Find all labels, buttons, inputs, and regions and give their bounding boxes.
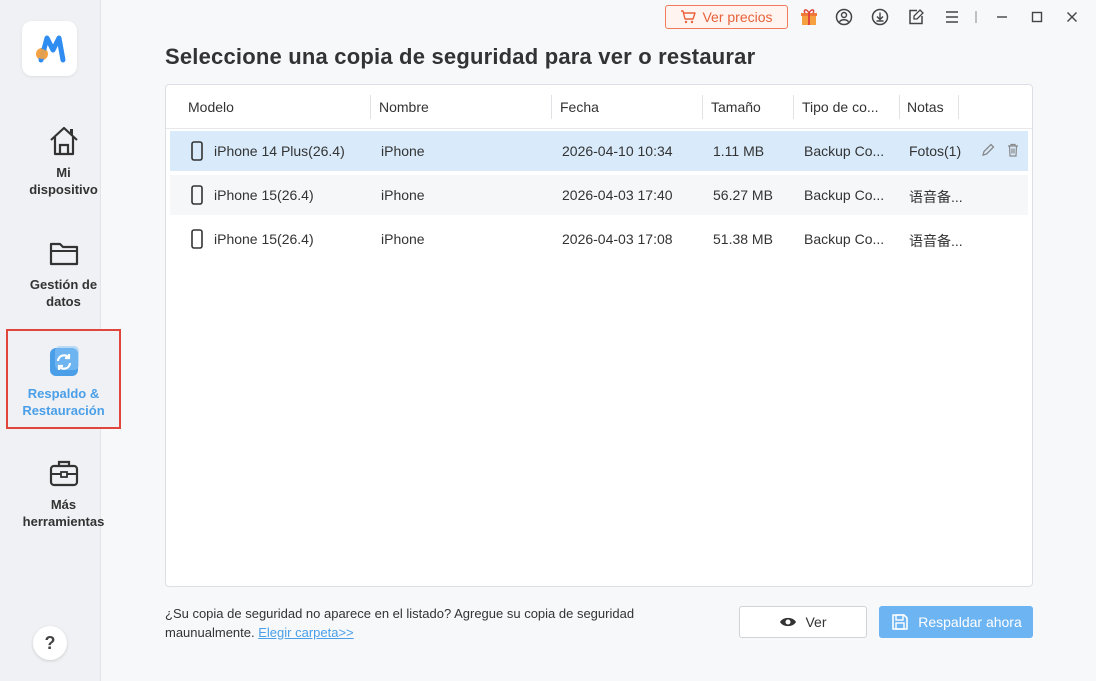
cell-model: iPhone 14 Plus(26.4) xyxy=(214,143,345,159)
backup-restore-icon xyxy=(49,346,79,376)
backup-table: Modelo Nombre Fecha Tamaño Tipo de co...… xyxy=(165,84,1033,587)
separator xyxy=(967,8,985,26)
download-icon[interactable] xyxy=(871,8,889,26)
column-divider[interactable] xyxy=(958,95,959,119)
trash-icon[interactable] xyxy=(1005,142,1021,158)
toolbox-icon xyxy=(49,460,78,487)
cell-type: Backup Co... xyxy=(804,187,885,203)
view-prices-label: Ver precios xyxy=(702,9,773,25)
sidebar-item-label: Respaldo & xyxy=(27,386,100,401)
phone-icon xyxy=(191,229,203,249)
view-button-label: Ver xyxy=(805,614,827,630)
cell-model: iPhone 15(26.4) xyxy=(214,231,314,247)
column-divider[interactable] xyxy=(793,95,794,119)
cell-size: 51.38 MB xyxy=(713,231,773,247)
close-icon[interactable] xyxy=(1063,8,1081,26)
column-header-type[interactable]: Tipo de co... xyxy=(802,99,879,115)
sidebar-item-label: Más xyxy=(50,497,77,512)
cell-model: iPhone 15(26.4) xyxy=(214,187,314,203)
phone-icon xyxy=(191,185,203,205)
cell-type: Backup Co... xyxy=(804,143,885,159)
folder-icon xyxy=(49,242,78,266)
column-header-name[interactable]: Nombre xyxy=(379,99,429,115)
maximize-icon[interactable] xyxy=(1028,8,1046,26)
cell-notes: Fotos(1) xyxy=(909,143,962,159)
sidebar-item-label: dispositivo xyxy=(29,182,98,197)
cell-name: iPhone xyxy=(381,231,425,247)
backup-now-button[interactable]: Respaldar ahora xyxy=(879,606,1033,638)
eye-icon xyxy=(780,617,797,627)
cell-date: 2026-04-03 17:08 xyxy=(562,231,673,247)
help-button[interactable]: ? xyxy=(33,626,67,660)
cell-date: 2026-04-03 17:40 xyxy=(562,187,673,203)
sidebar-item-data-management[interactable]: Gestión de datos xyxy=(6,236,121,310)
phone-icon xyxy=(191,141,203,161)
table-row[interactable]: iPhone 14 Plus(26.4) iPhone 2026-04-10 1… xyxy=(170,131,1028,171)
column-divider[interactable] xyxy=(551,95,552,119)
app-logo xyxy=(22,21,77,76)
sidebar-item-more-tools[interactable]: Más herramientas xyxy=(6,456,121,530)
edit-icon[interactable] xyxy=(980,142,996,158)
logo-icon xyxy=(35,35,65,62)
menu-icon[interactable] xyxy=(943,8,961,26)
sidebar-item-label: Restauración xyxy=(22,403,105,418)
sidebar-item-label: Mi xyxy=(56,165,71,180)
sidebar-item-label: datos xyxy=(46,294,81,309)
cell-notes: 语音备... xyxy=(909,189,963,205)
gift-icon[interactable] xyxy=(800,8,818,26)
column-divider[interactable] xyxy=(370,95,371,119)
column-header-date[interactable]: Fecha xyxy=(560,99,599,115)
column-divider[interactable] xyxy=(899,95,900,119)
sidebar-item-label: Gestión de xyxy=(29,277,98,292)
view-prices-button[interactable]: Ver precios xyxy=(665,5,788,29)
column-divider[interactable] xyxy=(702,95,703,119)
column-header-size[interactable]: Tamaño xyxy=(711,99,761,115)
column-header-model[interactable]: Modelo xyxy=(188,99,234,115)
sidebar-item-backup-restore[interactable]: Respaldo & Restauración xyxy=(6,329,121,429)
sidebar: Mi dispositivo Gestión de datos Respaldo… xyxy=(0,0,121,681)
backup-now-label: Respaldar ahora xyxy=(918,614,1022,630)
cell-name: iPhone xyxy=(381,187,425,203)
view-button[interactable]: Ver xyxy=(739,606,867,638)
feedback-icon[interactable] xyxy=(907,8,925,26)
help-icon: ? xyxy=(44,632,56,653)
missing-backup-text: ¿Su copia de seguridad no aparece en el … xyxy=(165,606,635,640)
minimize-icon[interactable] xyxy=(993,8,1011,26)
cell-type: Backup Co... xyxy=(804,231,885,247)
choose-folder-link[interactable]: Elegir carpeta>> xyxy=(258,625,353,640)
cell-date: 2026-04-10 10:34 xyxy=(562,143,673,159)
sidebar-item-my-device[interactable]: Mi dispositivo xyxy=(6,124,121,198)
page-title: Seleccione una copia de seguridad para v… xyxy=(165,44,756,69)
table-row[interactable]: iPhone 15(26.4) iPhone 2026-04-03 17:40 … xyxy=(170,175,1028,215)
missing-backup-note: ¿Su copia de seguridad no aparece en el … xyxy=(165,604,685,642)
table-header: Modelo Nombre Fecha Tamaño Tipo de co...… xyxy=(166,85,1032,129)
column-header-notes[interactable]: Notas xyxy=(907,99,944,115)
account-icon[interactable] xyxy=(835,8,853,26)
cell-size: 56.27 MB xyxy=(713,187,773,203)
table-row[interactable]: iPhone 15(26.4) iPhone 2026-04-03 17:08 … xyxy=(170,219,1028,259)
cell-notes: 语音备... xyxy=(909,233,963,249)
cell-name: iPhone xyxy=(381,143,425,159)
sidebar-item-label: herramientas xyxy=(22,514,105,529)
cart-icon xyxy=(681,10,697,24)
save-icon xyxy=(892,614,909,630)
home-icon xyxy=(49,126,78,156)
cell-size: 1.11 MB xyxy=(713,143,765,159)
